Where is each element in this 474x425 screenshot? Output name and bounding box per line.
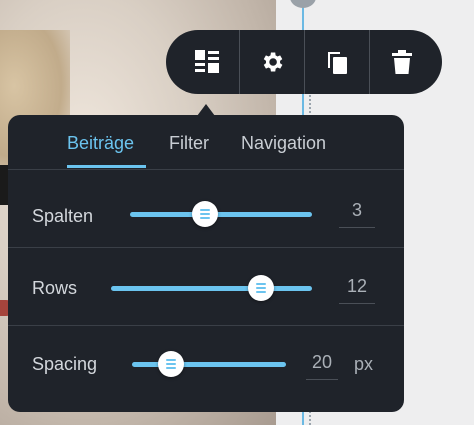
rows-label: Rows — [32, 278, 78, 298]
spalten-value-input[interactable]: 3 — [339, 200, 375, 228]
rows-slider-thumb[interactable] — [248, 275, 274, 301]
spacing-slider-track[interactable] — [132, 362, 286, 367]
spalten-slider-thumb[interactable] — [192, 201, 218, 227]
active-tab-indicator — [67, 165, 146, 168]
rows-value-input[interactable]: 12 — [339, 276, 375, 304]
spalten-label: Spalten — [32, 206, 94, 226]
spacing-slider-thumb[interactable] — [158, 351, 184, 377]
delete-button[interactable] — [369, 30, 434, 94]
rows-row: Rows 12 — [8, 248, 404, 326]
settings-button[interactable] — [239, 30, 304, 94]
block-toolbar — [166, 30, 442, 94]
tab-beitraege[interactable]: Beiträge — [67, 133, 134, 154]
copy-icon — [328, 52, 347, 74]
trash-icon — [392, 50, 412, 74]
tab-navigation[interactable]: Navigation — [241, 133, 326, 154]
spacing-unit: px — [354, 354, 374, 374]
duplicate-button[interactable] — [304, 30, 369, 94]
spalten-row: Spalten 3 — [8, 170, 404, 248]
tab-filter[interactable]: Filter — [169, 133, 209, 154]
layout-button[interactable] — [174, 30, 239, 94]
spacing-value-input[interactable]: 20 — [306, 352, 338, 380]
spacing-label: Spacing — [32, 354, 98, 374]
spalten-slider-track[interactable] — [130, 212, 312, 217]
gear-icon — [263, 52, 283, 72]
tab-bar: Beiträge Filter Navigation — [8, 115, 404, 170]
rows-slider-track[interactable] — [111, 286, 312, 291]
spacing-row: Spacing 20 px — [8, 326, 404, 403]
layout-icon — [194, 50, 219, 73]
settings-panel: Beiträge Filter Navigation Spalten 3 Row… — [8, 115, 404, 412]
